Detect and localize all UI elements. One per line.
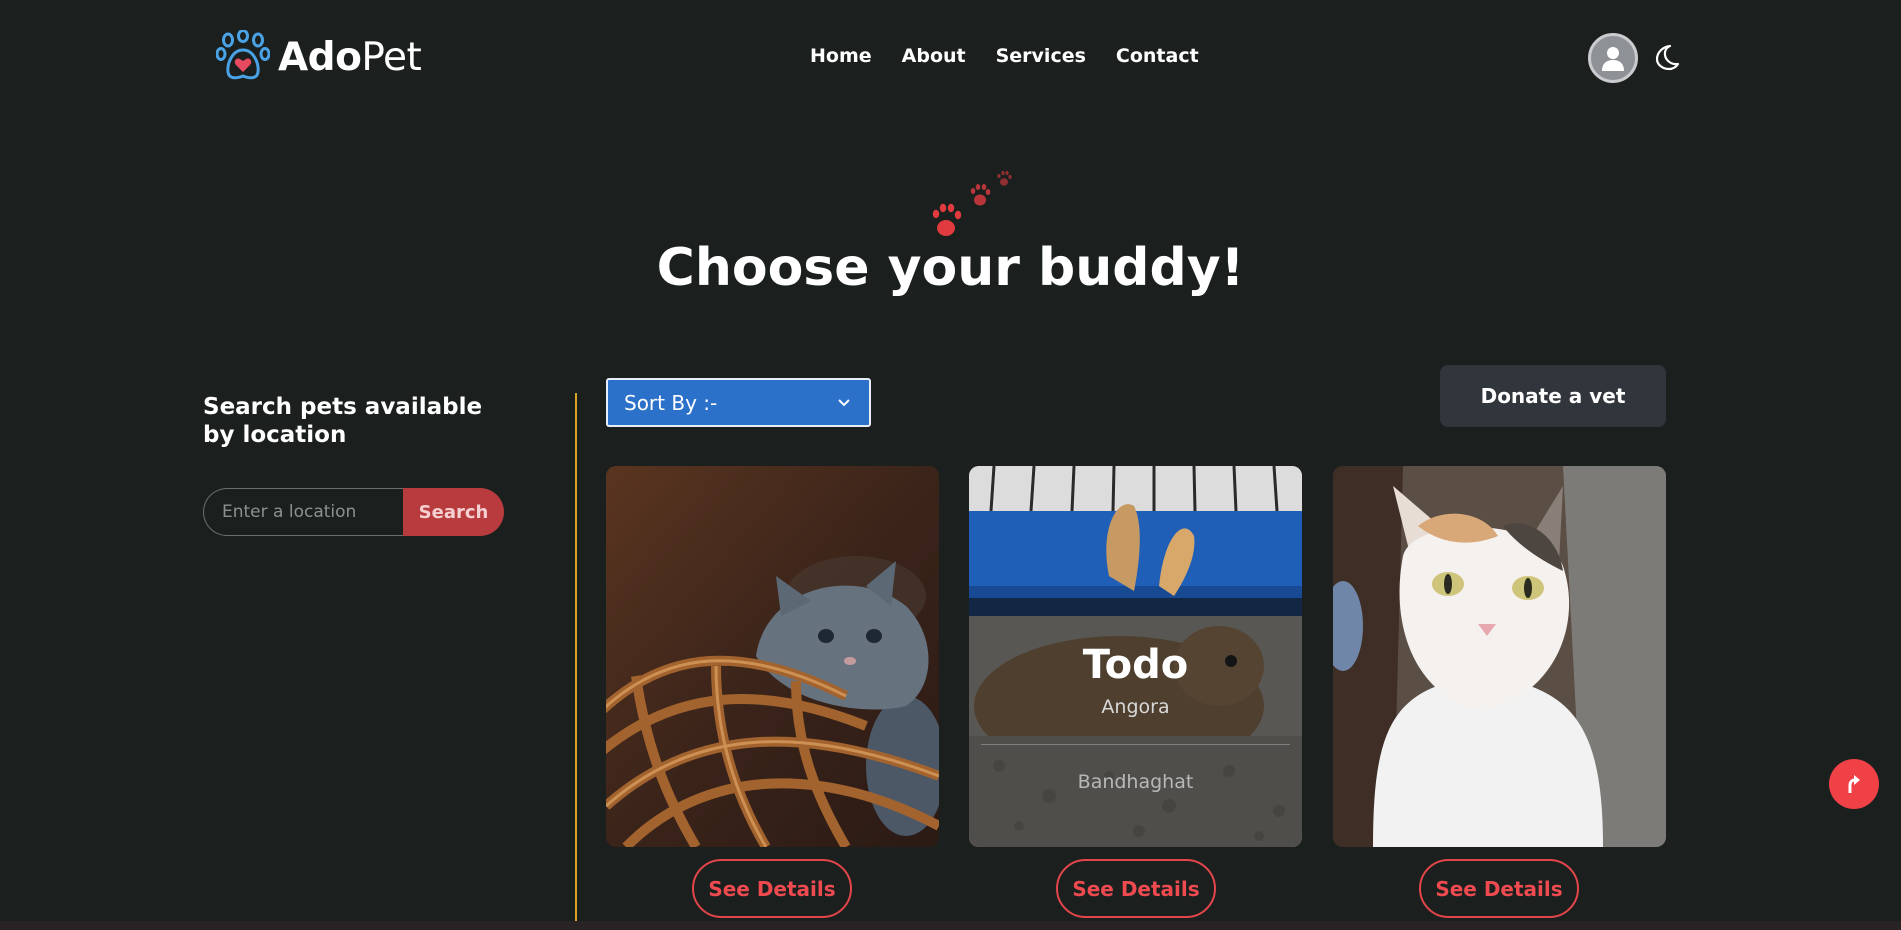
nav-services[interactable]: Services [996,45,1086,67]
card-overlay [969,598,1302,847]
logo-text-bold: Ado [278,34,362,80]
nav-contact[interactable]: Contact [1116,45,1199,67]
vertical-divider [575,393,577,930]
pet-card[interactable] [1333,466,1666,847]
page: AdoPet Home About Services Contact Choos… [0,0,1901,930]
header: AdoPet Home About Services Contact [0,0,1901,115]
nav-about[interactable]: About [902,45,966,67]
see-details-button[interactable]: See Details [1056,859,1216,918]
card-separator [981,744,1290,745]
sort-select[interactable]: Sort By :- [606,378,871,427]
arrow-up-icon [1848,775,1860,793]
pet-breed: Angora [1101,696,1170,718]
pet-card[interactable] [606,466,939,847]
moon-icon[interactable] [1652,43,1680,71]
user-avatar-button[interactable] [1588,33,1638,83]
logo-text: AdoPet [278,34,422,80]
pet-name: Todo [1082,642,1189,688]
pet-photo-kitten [606,466,939,847]
nav-home[interactable]: Home [810,45,872,67]
donate-button[interactable]: Donate a vet [1440,365,1666,427]
paw-prints-icon [932,170,1012,236]
user-icon [1602,47,1624,71]
see-details-button[interactable]: See Details [1419,859,1579,918]
pet-card[interactable]: Todo Angora Bandhaghat [969,466,1302,847]
logo[interactable]: AdoPet [216,30,422,84]
main-nav: Home About Services Contact [810,45,1199,67]
chevron-down-icon [838,398,850,406]
search-heading: Search pets available by location [203,394,483,448]
bottom-strip [0,921,1901,930]
sort-label: Sort By :- [624,390,718,415]
pet-location: Bandhaghat [1077,771,1194,793]
paw-logo-icon [216,30,270,80]
scroll-to-top-button[interactable] [1829,759,1879,809]
page-title: Choose your buddy! [656,238,1245,298]
pet-photo-cat [1333,466,1666,847]
search-button[interactable]: Search [403,488,504,536]
location-search-form: Search [203,488,504,536]
location-input[interactable] [203,488,403,536]
logo-text-light: Pet [361,34,422,80]
see-details-button[interactable]: See Details [692,859,852,918]
